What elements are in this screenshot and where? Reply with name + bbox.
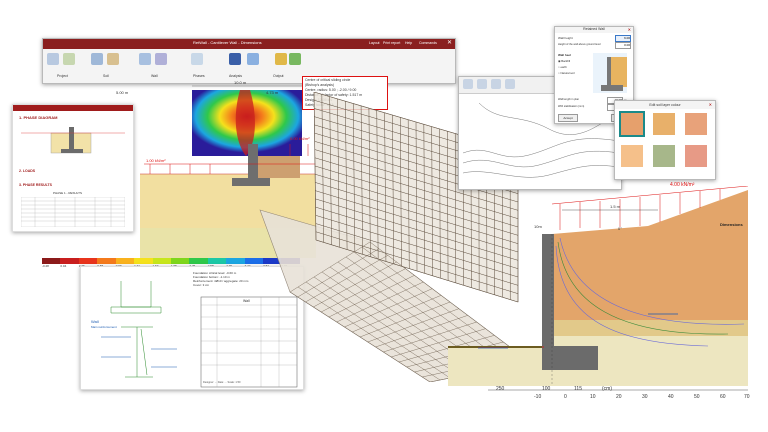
dim-bottom: (cm) xyxy=(602,386,612,392)
edit-icon[interactable] xyxy=(491,79,501,89)
section-left-label: 10m xyxy=(534,224,542,229)
section-angle: 0° xyxy=(618,226,622,231)
close-icon[interactable]: ✕ xyxy=(628,27,631,32)
x-tick: 0 xyxy=(564,394,567,400)
grid-icon[interactable] xyxy=(155,53,167,65)
wall-icon[interactable] xyxy=(47,53,59,65)
dialog-title: Retained Wall xyxy=(555,27,633,33)
draw-icon[interactable] xyxy=(477,79,487,89)
dim-bottom: 100 xyxy=(542,386,551,392)
drawing-notes: Foundation critical level: -0.60 m Found… xyxy=(193,271,248,287)
dim-bottom: 115 xyxy=(574,386,582,392)
drawing-title: Wall xyxy=(91,319,99,324)
x-tick: 40 xyxy=(668,394,674,400)
section-svg xyxy=(448,185,749,391)
menu-print[interactable]: Print report xyxy=(383,41,400,45)
analysis-icon[interactable] xyxy=(229,53,241,65)
drawing-subtitle: Main reinforcement xyxy=(91,325,117,329)
stress-icon[interactable] xyxy=(191,53,203,65)
drawing-note: Cover: 3 cm xyxy=(193,283,210,287)
close-icon[interactable]: ✕ xyxy=(709,102,712,107)
window-title: RetWall - Cantilever Wall - Dimensions xyxy=(193,40,262,45)
x-tick: 20 xyxy=(616,394,622,400)
colour-swatch[interactable] xyxy=(685,113,707,135)
section-load-label: 4.00 kN/m² xyxy=(670,182,695,188)
colour-swatch[interactable] xyxy=(653,145,675,167)
close-icon[interactable]: ✕ xyxy=(447,39,452,46)
field-label: Wall height xyxy=(558,36,573,40)
radio-backfill[interactable]: ◉ Backfill xyxy=(558,59,570,63)
report-section-results: 3. PHASE RESULTS xyxy=(19,183,52,187)
load-icon[interactable] xyxy=(107,53,119,65)
x-tick: -10 xyxy=(534,394,542,400)
height-above-input[interactable]: 0.00 xyxy=(615,42,631,49)
load-left-label: 1.00 kN/m² xyxy=(146,158,166,163)
menu-layout[interactable]: Layout xyxy=(369,41,380,45)
legend-value: 0.04 xyxy=(60,264,67,268)
window-titlebar: RetWall - Cantilever Wall - Dimensions L… xyxy=(43,39,455,49)
x-tick: 30 xyxy=(642,394,648,400)
report-title: 1. PHASE DIAGRAM xyxy=(19,115,58,120)
report-table xyxy=(21,197,125,227)
dim-top: 10.0 m xyxy=(234,80,247,85)
drawing-footer: Designer: ... Date: ... Scale: 1:50 xyxy=(203,381,241,384)
cross-section: 4.00 kN/m² 1.5 m 10m Dimensions 0° -10 0… xyxy=(448,182,760,408)
x-tick: 60 xyxy=(720,394,726,400)
wall-heel-label: Wall heel xyxy=(558,53,571,57)
wall-height-input[interactable]: 6.00 xyxy=(615,35,631,42)
play-icon[interactable] xyxy=(247,53,259,65)
x-tick: 70 xyxy=(744,394,750,400)
field-label: Wall length in plan xyxy=(558,98,580,101)
wall-preview xyxy=(593,53,627,93)
measure-icon[interactable] xyxy=(505,79,515,89)
verify-icon[interactable] xyxy=(275,53,287,65)
menu-commands[interactable]: Commands xyxy=(419,41,437,45)
layer-dialog-title: Edit soil layer colour xyxy=(615,101,715,109)
colour-swatch[interactable] xyxy=(619,111,645,137)
report-section-loads: 2. LOADS xyxy=(19,169,36,173)
radio-label: Natural soil xyxy=(560,71,575,75)
field-label: With stabilisation (mm) xyxy=(558,105,585,108)
colour-swatch[interactable] xyxy=(653,113,675,135)
section-dim-top: 1.5 m xyxy=(610,204,621,209)
menu-help[interactable]: Help xyxy=(405,41,412,45)
radio-label: earth xyxy=(560,65,567,69)
select-icon[interactable] xyxy=(463,79,473,89)
bar-schedule-title: Wall xyxy=(243,299,250,303)
dim-bottom: 250 xyxy=(496,386,505,392)
accept-button[interactable]: Accept xyxy=(558,114,578,122)
radio-earth[interactable]: ○ earth xyxy=(558,65,567,69)
report-page: 1. PHASE DIAGRAM 2. LOADS 3. PHASE RESUL… xyxy=(12,104,134,232)
section-title: Dimensions xyxy=(720,222,743,227)
report-header-bar xyxy=(13,105,133,111)
radio-natural[interactable]: ○ Natural soil xyxy=(558,71,574,75)
report-phase-sketch xyxy=(21,127,125,154)
ribbon-group-project: Project xyxy=(57,74,68,78)
legend-value: -0.28 xyxy=(42,264,49,268)
layer-colour-dialog: Edit soil layer colour ✕ xyxy=(614,100,716,180)
field-label: Height of the wall above ground level xyxy=(558,43,601,46)
x-tick: 10 xyxy=(590,394,596,400)
colour-swatch[interactable] xyxy=(621,145,643,167)
radio-label: Backfill xyxy=(561,59,571,63)
colour-swatch[interactable] xyxy=(685,145,707,167)
soil-icon[interactable] xyxy=(63,53,75,65)
x-tick: 50 xyxy=(694,394,700,400)
check-icon[interactable] xyxy=(289,53,301,65)
phase-icon[interactable] xyxy=(91,53,103,65)
wall-dim-label: 5.00 m xyxy=(116,90,129,95)
layer-icon[interactable] xyxy=(139,53,151,65)
ribbon-group-soil: Soil xyxy=(103,74,109,78)
report-table-title: PHASE 1 - RESULTS xyxy=(53,191,82,195)
